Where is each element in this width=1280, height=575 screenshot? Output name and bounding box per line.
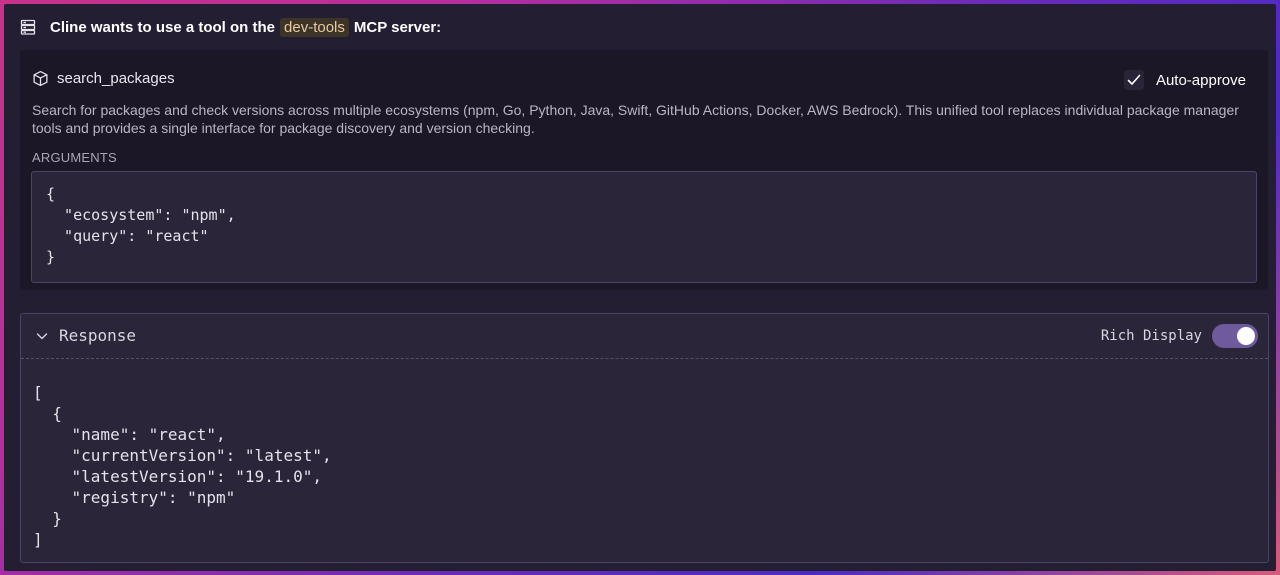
checkmark-icon [1127, 74, 1141, 85]
response-header: Response Rich Display [21, 314, 1268, 359]
chevron-down-icon[interactable] [35, 329, 49, 343]
response-json: [ { "name": "react", "currentVersion": "… [33, 383, 332, 549]
auto-approve-checkbox[interactable] [1123, 70, 1144, 90]
rich-display-label: Rich Display [1100, 328, 1202, 344]
arguments-label: ARGUMENTS [32, 150, 117, 165]
response-panel: Response Rich Display [ { "name": "react… [20, 313, 1269, 563]
response-title[interactable]: Response [59, 326, 136, 345]
cube-icon [32, 70, 49, 87]
auto-approve-toggle[interactable]: Auto-approve [1123, 70, 1246, 90]
arguments-json: { "ecosystem": "npm", "query": "react" } [46, 185, 236, 266]
tool-description: Search for packages and check versions a… [32, 102, 1239, 136]
tool-request-header: Cline wants to use a tool on the dev-too… [20, 17, 441, 37]
auto-approve-label[interactable]: Auto-approve [1156, 72, 1246, 89]
header-text-before: Cline wants to use a tool on the [50, 18, 276, 36]
rich-display-control: Rich Display [1101, 324, 1258, 348]
tool-name: search_packages [57, 70, 175, 87]
rich-display-toggle[interactable] [1212, 324, 1258, 348]
mcp-tool-request-panel: Cline wants to use a tool on the dev-too… [4, 4, 1276, 571]
tool-title: search_packages [32, 70, 175, 87]
tool-card: search_packages Auto-approve Search for … [20, 50, 1268, 290]
server-icon [20, 19, 36, 35]
server-name-chip: dev-tools [280, 17, 349, 37]
header-text-after: MCP server: [353, 18, 442, 36]
response-collapse-toggle[interactable]: Response [35, 326, 136, 345]
toggle-knob [1237, 327, 1255, 345]
arguments-code-block: { "ecosystem": "npm", "query": "react" } [31, 171, 1257, 283]
